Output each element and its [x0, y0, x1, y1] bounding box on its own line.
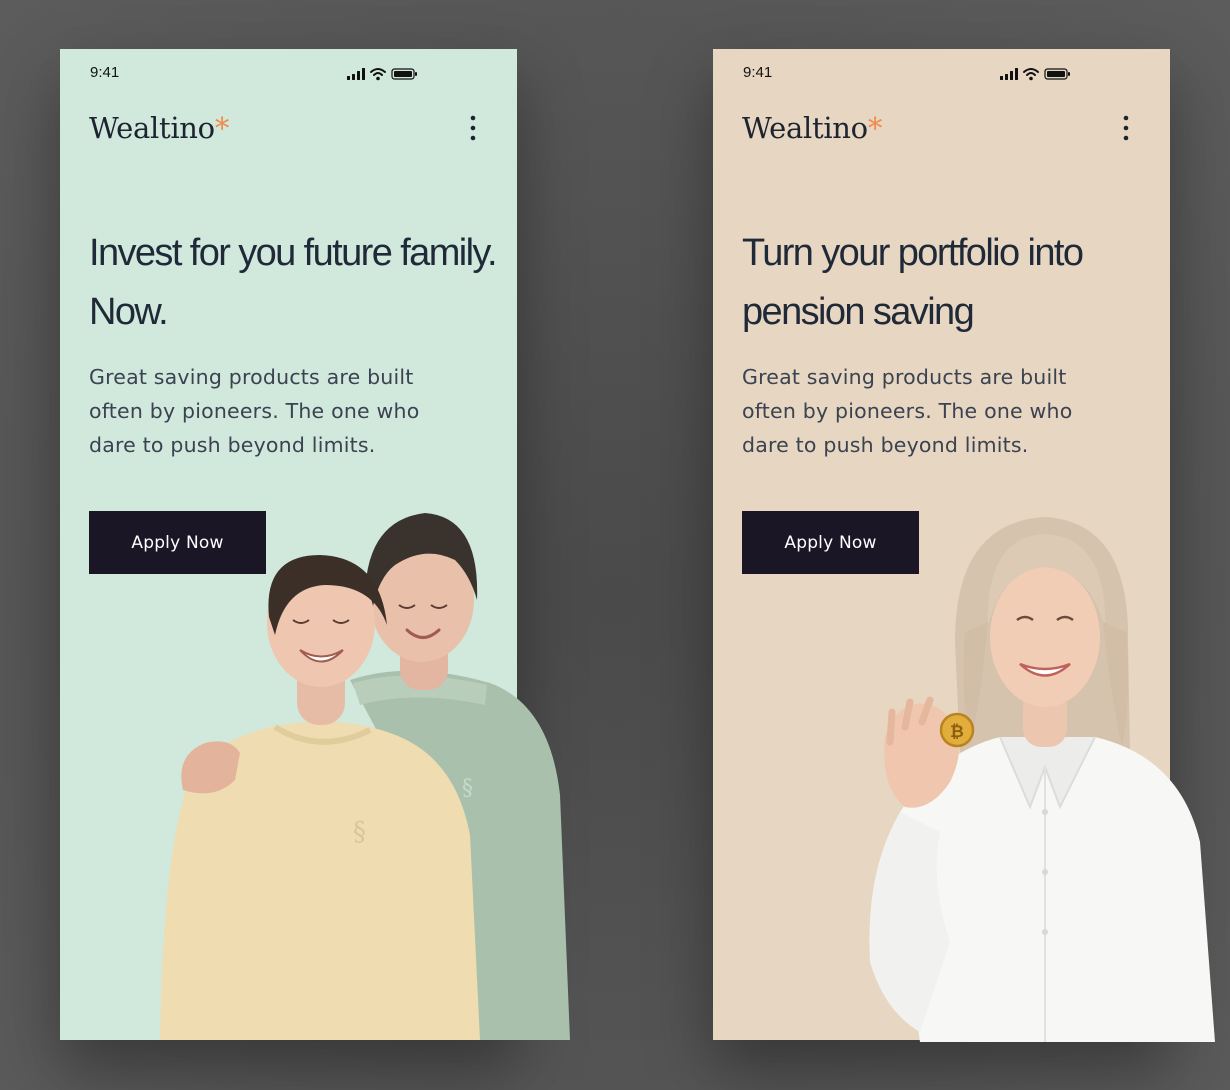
status-bar-icons [347, 68, 417, 81]
kebab-menu-icon[interactable] [1123, 115, 1129, 141]
brand-logo[interactable]: Wealtino* [89, 111, 229, 145]
brand-mark: * [867, 111, 883, 145]
signal-icon [1000, 68, 1018, 80]
status-time: 9:41 [90, 64, 120, 81]
hero-subtitle: Great saving products are built often by… [742, 365, 1073, 457]
hero-headline: Invest for you future family. Now. [89, 232, 498, 333]
battery-icon [391, 68, 417, 80]
hero-photo-couple: § § [160, 513, 570, 1040]
status-time: 9:41 [743, 64, 773, 81]
brand-logo[interactable]: Wealtino* [742, 111, 882, 145]
svg-text:§: § [462, 776, 473, 801]
signal-icon [347, 68, 365, 80]
kebab-menu-icon[interactable] [470, 115, 476, 141]
battery-icon [1044, 68, 1070, 80]
status-bar-icons [1000, 68, 1070, 81]
brand-name: Wealtino [89, 111, 215, 145]
brand-name: Wealtino [742, 111, 868, 145]
svg-text:₿: ₿ [950, 722, 964, 742]
wifi-icon [1023, 68, 1039, 76]
wifi-icon [370, 68, 386, 76]
hero-photo-woman-bitcoin: ₿ [869, 517, 1215, 1042]
svg-text:§: § [353, 817, 366, 847]
hero-headline: Turn your portfolio into pension saving [742, 232, 1084, 333]
brand-mark: * [214, 111, 230, 145]
hero-subtitle: Great saving products are built often by… [89, 365, 420, 457]
